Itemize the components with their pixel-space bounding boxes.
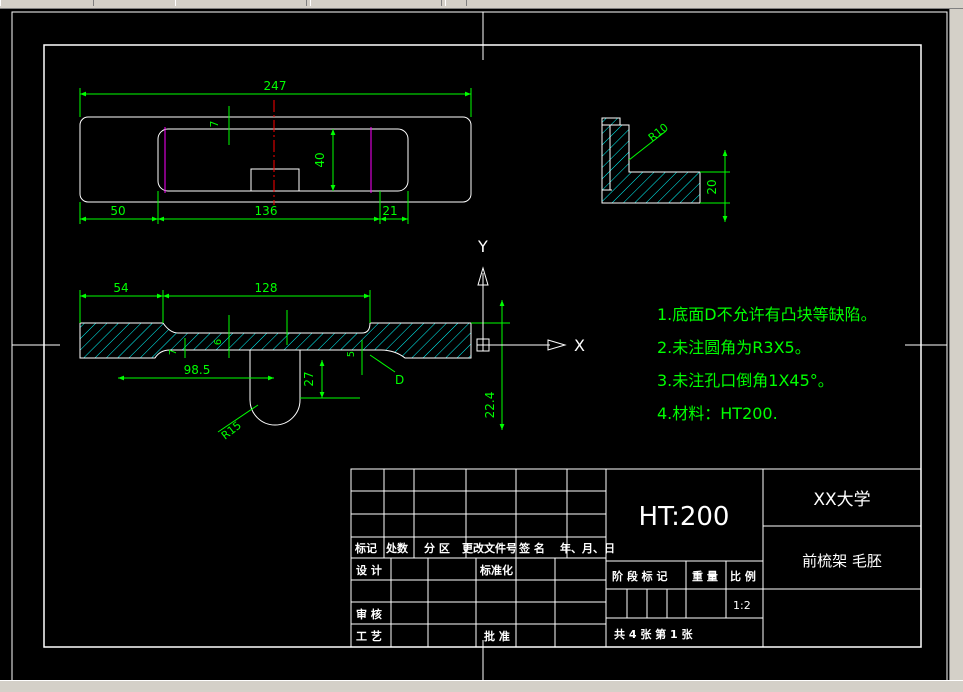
dim-label-20: 20 xyxy=(705,179,719,194)
stage-header-mark: 阶 段 标 记 xyxy=(612,569,668,583)
leader-d xyxy=(369,354,396,373)
dim-label-98-5: 98.5 xyxy=(184,363,211,377)
front-view: 54 128 98.5 7 6 5 27 R15 D 22.4 xyxy=(79,281,510,443)
dim-label-136: 136 xyxy=(255,204,278,218)
note-2[interactable]: 2.未注圆角为R3X5。 xyxy=(657,338,811,357)
toolbar-segment[interactable] xyxy=(0,0,94,6)
front-view-hatch[interactable] xyxy=(79,322,472,359)
radius-label-r15: R15 xyxy=(219,419,244,443)
cad-application: 247 7 40 50 136 21 R10 20 54 128 98.5 7 … xyxy=(0,0,963,692)
rev-header-count: 处数 xyxy=(385,541,409,555)
dim-label-7-top: 7 xyxy=(208,121,221,128)
school-name[interactable]: XX大学 xyxy=(813,490,870,510)
toolbar-segment[interactable] xyxy=(175,0,307,6)
ucs-icon: Y X xyxy=(476,237,585,355)
technical-notes: 1.底面D不允许有凸块等缺陷。 2.未注圆角为R3X5。 3.未注孔口倒角1X4… xyxy=(657,305,877,423)
rev-header-docno: 更改文件号 xyxy=(462,541,517,555)
rev-header-mark: 标记 xyxy=(354,541,377,555)
toolbar-strip xyxy=(0,0,963,9)
dim-label-54: 54 xyxy=(113,281,128,295)
dim-label-7-front: 7 xyxy=(168,349,179,355)
dim-label-5: 5 xyxy=(346,351,357,357)
label-d: D xyxy=(395,373,404,387)
part-name[interactable]: 前梳架 毛胚 xyxy=(802,552,882,570)
row-design: 设 计 xyxy=(356,563,382,577)
axis-label-y: Y xyxy=(477,237,488,256)
radius-label-r10: R10 xyxy=(646,121,671,145)
horizontal-scrollbar[interactable] xyxy=(0,680,963,692)
scale-value: 1:2 xyxy=(733,599,751,612)
note-4[interactable]: 4.材料：HT200. xyxy=(657,404,778,423)
note-1[interactable]: 1.底面D不允许有凸块等缺陷。 xyxy=(657,305,877,324)
rev-header-sign: 签 名 xyxy=(518,541,545,555)
rev-header-date: 年、月、日 xyxy=(560,541,615,555)
dim-label-128: 128 xyxy=(255,281,278,295)
row-approve: 批 准 xyxy=(484,629,510,643)
vertical-scrollbar[interactable] xyxy=(949,9,963,680)
toolbar-segment[interactable] xyxy=(445,0,467,6)
top-view-slot xyxy=(250,168,300,192)
front-view-boss xyxy=(249,350,301,426)
stage-header-weight: 重 量 xyxy=(692,569,718,583)
top-view: 247 7 40 50 136 21 xyxy=(79,79,472,224)
note-3[interactable]: 3.未注孔口倒角1X45°。 xyxy=(657,371,834,390)
drawing-canvas[interactable]: 247 7 40 50 136 21 R10 20 54 128 98.5 7 … xyxy=(0,9,949,680)
toolbar-segment[interactable] xyxy=(310,0,442,6)
dim-label-22-4: 22.4 xyxy=(483,392,497,419)
row-review: 审 核 xyxy=(356,607,382,621)
dim-label-50: 50 xyxy=(110,204,125,218)
dim-label-21: 21 xyxy=(382,204,397,218)
dim-label-247: 247 xyxy=(264,79,287,93)
top-view-outline[interactable] xyxy=(79,116,472,203)
dim-label-6: 6 xyxy=(213,339,224,345)
rev-header-zone: 分 区 xyxy=(424,541,450,555)
stage-header-scale: 比 例 xyxy=(730,569,756,583)
row-process: 工 艺 xyxy=(356,629,382,643)
material-label[interactable]: HT:200 xyxy=(639,502,730,532)
dim-label-40: 40 xyxy=(313,152,327,167)
row-standard: 标准化 xyxy=(479,563,513,577)
sheet-info: 共 4 张 第 1 张 xyxy=(614,627,693,641)
section-detail: R10 20 xyxy=(601,117,730,222)
axis-label-x: X xyxy=(574,336,585,355)
dim-label-27: 27 xyxy=(302,371,316,386)
